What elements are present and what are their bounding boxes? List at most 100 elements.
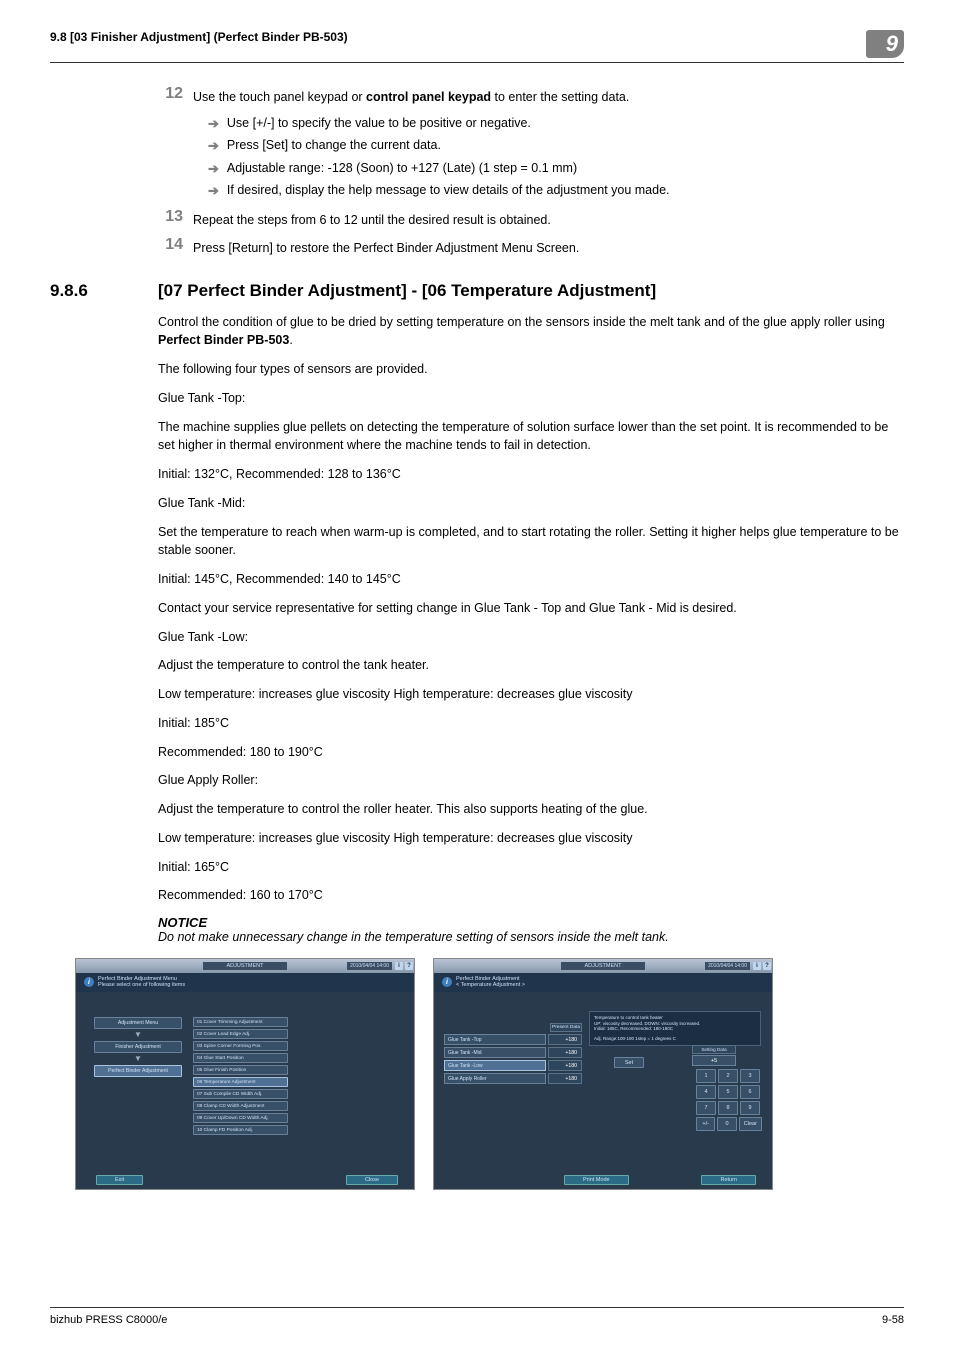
step-text: Use the touch panel keypad or control pa… <box>193 85 629 107</box>
menu-item-03[interactable]: 03 Spine Corner Forming Pos. <box>193 1041 288 1051</box>
close-button[interactable]: Close <box>346 1175 398 1185</box>
timestamp: 2010/04/04 14:00 <box>347 962 392 970</box>
row-glue-tank-top[interactable]: Glue Tank -Top <box>444 1034 546 1045</box>
screenshots-row: ADJUSTMENT 2010/04/04 14:00 i ? i Perfec… <box>50 958 904 1190</box>
nav-perfect-binder-adjustment[interactable]: Perfect Binder Adjustment <box>94 1065 182 1077</box>
arrow-icon: ➔ <box>208 180 227 202</box>
key-7[interactable]: 7 <box>696 1101 716 1115</box>
footer-product: bizhub PRESS C8000/e <box>50 1314 167 1326</box>
paragraph: Recommended: 160 to 170°C <box>158 886 904 905</box>
menu-item-07[interactable]: 07 Sub Compile CD Width Adj. <box>193 1089 288 1099</box>
key-1[interactable]: 1 <box>696 1069 716 1083</box>
key-9[interactable]: 9 <box>740 1101 760 1115</box>
screen-mode-label: ADJUSTMENT <box>561 962 646 970</box>
page-header: 9.8 [03 Finisher Adjustment] (Perfect Bi… <box>50 30 904 63</box>
menu-item-05[interactable]: 05 Glue Finish Position <box>193 1065 288 1075</box>
paragraph: Set the temperature to reach when warm-u… <box>158 523 904 561</box>
info-icon: i <box>84 977 94 987</box>
print-mode-button[interactable]: Print Mode <box>564 1175 629 1185</box>
footer-page-number: 9-58 <box>882 1314 904 1326</box>
menu-item-04[interactable]: 04 Glue Start Position <box>193 1053 288 1063</box>
section-title: [07 Perfect Binder Adjustment] - [06 Tem… <box>158 281 656 301</box>
col-present-data: Present Data <box>550 1023 582 1032</box>
paragraph: Contact your service representative for … <box>158 599 904 618</box>
paragraph: Low temperature: increases glue viscosit… <box>158 685 904 704</box>
chevron-down-icon: ▼ <box>94 1032 182 1038</box>
row-glue-apply-roller[interactable]: Glue Apply Roller <box>444 1073 546 1084</box>
info-small-icon[interactable]: i <box>395 962 403 970</box>
table-row: Glue Tank -Top+180 <box>444 1034 582 1045</box>
screen-header-text: Perfect Binder Adjustment Menu Please se… <box>98 976 185 989</box>
table-header: Present Data <box>444 1023 582 1032</box>
value-cell: +180 <box>548 1060 582 1071</box>
paragraph: Control the condition of glue to be drie… <box>158 313 904 351</box>
step-12-sublist: ➔Use [+/-] to specify the value to be po… <box>158 113 904 201</box>
step-text: Repeat the steps from 6 to 12 until the … <box>193 208 551 230</box>
value-cell: +180 <box>548 1034 582 1045</box>
key-clear[interactable]: Clear <box>739 1117 762 1131</box>
section-number: 9.8.6 <box>50 281 158 301</box>
menu-item-01[interactable]: 01 Cover Trimming Adjustment <box>193 1017 288 1027</box>
menu-item-02[interactable]: 02 Cover Lead Edge Adj. <box>193 1029 288 1039</box>
table-row: Glue Tank -Low+180 <box>444 1060 582 1071</box>
key-3[interactable]: 3 <box>740 1069 760 1083</box>
screen-body: Adjustment Menu ▼ Finisher Adjustment ▼ … <box>76 999 414 1171</box>
set-button[interactable]: Set <box>614 1057 644 1068</box>
key-0[interactable]: 0 <box>717 1117 736 1131</box>
key-6[interactable]: 6 <box>740 1085 760 1099</box>
menu-item-08[interactable]: 08 Clamp CD Width Adjustment <box>193 1101 288 1111</box>
notice-heading: NOTICE <box>158 915 904 930</box>
header-breadcrumb: 9.8 [03 Finisher Adjustment] (Perfect Bi… <box>50 30 348 44</box>
key-2[interactable]: 2 <box>718 1069 738 1083</box>
info-icon: i <box>442 977 452 987</box>
arrow-icon: ➔ <box>208 158 227 180</box>
paragraph: Low temperature: increases glue viscosit… <box>158 829 904 848</box>
key-5[interactable]: 5 <box>718 1085 738 1099</box>
help-icon[interactable]: ? <box>763 962 771 970</box>
paragraph: Initial: 165°C <box>158 858 904 877</box>
table-row: Glue Tank -Mid+180 <box>444 1047 582 1058</box>
nav-finisher-adjustment[interactable]: Finisher Adjustment <box>94 1041 182 1053</box>
nav-adjustment-menu[interactable]: Adjustment Menu <box>94 1017 182 1029</box>
table-row: Glue Apply Roller+180 <box>444 1073 582 1084</box>
menu-item-06[interactable]: 06 Temperature Adjustment <box>193 1077 288 1087</box>
value-cell: +180 <box>548 1073 582 1084</box>
return-button[interactable]: Return <box>701 1175 756 1185</box>
menu-item-09[interactable]: 09 Cover Up/Down CD Width Adj. <box>193 1113 288 1123</box>
section-body: Control the condition of glue to be drie… <box>50 313 904 945</box>
key-8[interactable]: 8 <box>718 1101 738 1115</box>
step-13: 13 Repeat the steps from 6 to 12 until t… <box>158 208 904 230</box>
paragraph: Glue Apply Roller: <box>158 771 904 790</box>
screenshot-menu: ADJUSTMENT 2010/04/04 14:00 i ? i Perfec… <box>75 958 415 1190</box>
paragraph: Glue Tank -Mid: <box>158 494 904 513</box>
key-4[interactable]: 4 <box>696 1085 716 1099</box>
chevron-down-icon: ▼ <box>94 1056 182 1062</box>
notice-body: Do not make unnecessary change in the te… <box>158 930 904 944</box>
help-message-box: Temperature to control tank heater UP: v… <box>589 1011 761 1046</box>
screen-body: Present Data Glue Tank -Top+180 Glue Tan… <box>434 999 772 1171</box>
menu-item-10[interactable]: 10 Clamp FD Position Adj. <box>193 1125 288 1135</box>
key-plusminus[interactable]: +/- <box>696 1117 715 1131</box>
step-text: Press [Return] to restore the Perfect Bi… <box>193 236 579 258</box>
sub-item: ➔Use [+/-] to specify the value to be po… <box>208 113 904 135</box>
step-14: 14 Press [Return] to restore the Perfect… <box>158 236 904 258</box>
sub-item: ➔Press [Set] to change the current data. <box>208 135 904 157</box>
info-small-icon[interactable]: i <box>753 962 761 970</box>
value-cell: +180 <box>548 1047 582 1058</box>
paragraph: Adjust the temperature to control the ta… <box>158 656 904 675</box>
row-glue-tank-mid[interactable]: Glue Tank -Mid <box>444 1047 546 1058</box>
step-number: 14 <box>158 236 193 258</box>
paragraph: Initial: 185°C <box>158 714 904 733</box>
row-glue-tank-low[interactable]: Glue Tank -Low <box>444 1060 546 1071</box>
section-heading: 9.8.6 [07 Perfect Binder Adjustment] - [… <box>50 281 904 301</box>
paragraph: Glue Tank -Top: <box>158 389 904 408</box>
screenshot-temperature: ADJUSTMENT 2010/04/04 14:00 i ? i Perfec… <box>433 958 773 1190</box>
chapter-badge: 9 <box>866 30 904 58</box>
nav-column: Adjustment Menu ▼ Finisher Adjustment ▼ … <box>94 1017 182 1077</box>
help-icon[interactable]: ? <box>405 962 413 970</box>
arrow-icon: ➔ <box>208 135 227 157</box>
paragraph: The following four types of sensors are … <box>158 360 904 379</box>
exit-button[interactable]: Exit <box>96 1175 143 1185</box>
screen-mode-label: ADJUSTMENT <box>203 962 288 970</box>
paragraph: Initial: 132°C, Recommended: 128 to 136°… <box>158 465 904 484</box>
